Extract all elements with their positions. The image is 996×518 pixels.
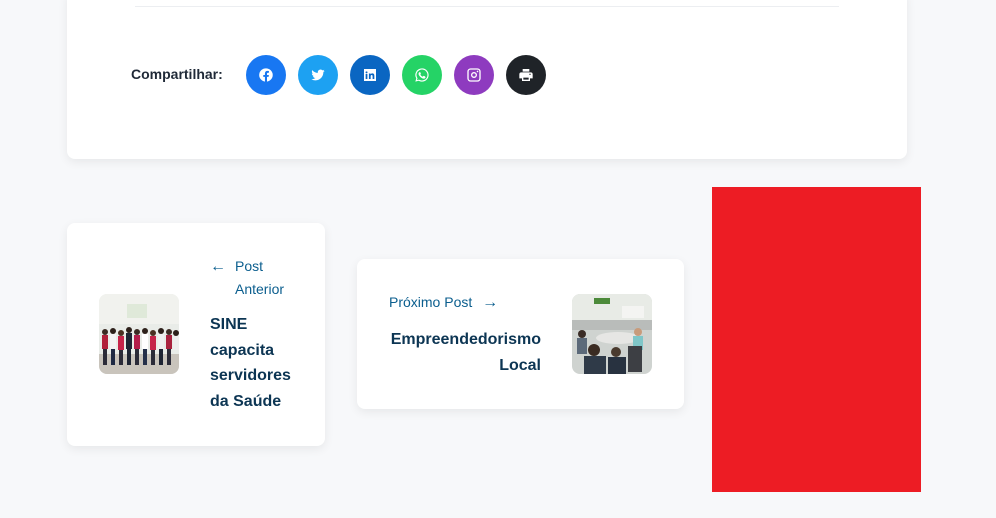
divider [135, 6, 839, 7]
next-post-kicker[interactable]: Próximo Post → [389, 291, 498, 314]
linkedin-share-button[interactable] [350, 55, 390, 95]
facebook-icon [259, 68, 273, 82]
twitter-share-button[interactable] [298, 55, 338, 95]
instagram-share-button[interactable] [454, 55, 494, 95]
arrow-right-icon: → [482, 294, 499, 311]
whatsapp-icon [415, 68, 429, 82]
share-label: Compartilhar: [131, 66, 223, 82]
share-card: Compartilhar: [67, 0, 907, 159]
ad-banner[interactable] [712, 187, 921, 492]
next-post-card[interactable]: Próximo Post → Empreendedorismo Local [357, 259, 684, 409]
twitter-icon [311, 69, 325, 81]
next-post-label[interactable]: Próximo Post [389, 294, 472, 310]
instagram-icon [467, 68, 481, 82]
previous-post-kicker[interactable]: ← Post Anterior [210, 255, 284, 297]
previous-post-card[interactable]: ← Post Anterior SINE capacita servidores… [67, 223, 325, 446]
previous-post-title[interactable]: SINE capacita servidores da Saúde [210, 312, 310, 414]
linkedin-icon [364, 69, 376, 81]
whatsapp-share-button[interactable] [402, 55, 442, 95]
print-icon [519, 69, 533, 81]
next-post-thumbnail[interactable] [572, 294, 652, 374]
facebook-share-button[interactable] [246, 55, 286, 95]
previous-post-label[interactable]: Post Anterior [235, 255, 305, 301]
arrow-left-icon: ← [210, 258, 226, 275]
next-post-title[interactable]: Empreendedorismo Local [389, 327, 541, 378]
share-buttons [246, 55, 546, 95]
print-button[interactable] [506, 55, 546, 95]
previous-post-thumbnail[interactable] [99, 294, 179, 374]
